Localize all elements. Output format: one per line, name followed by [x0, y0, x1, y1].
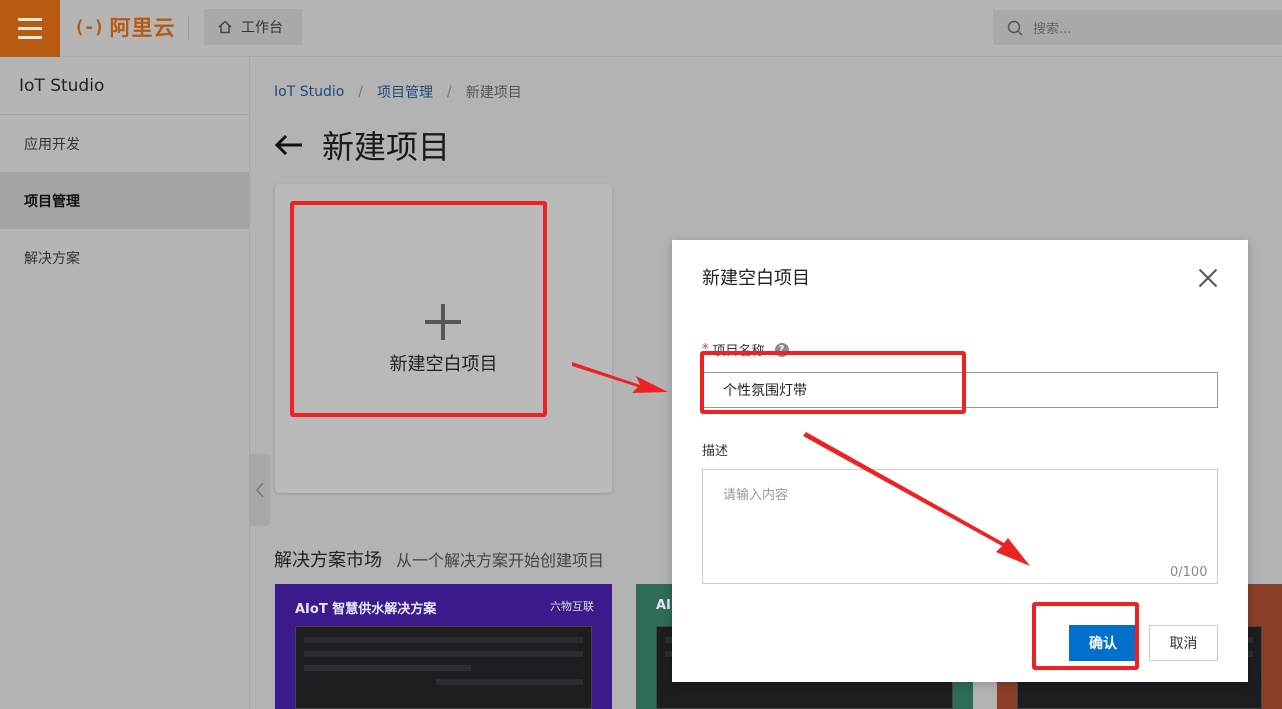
new-blank-project-dialog: 新建空白项目 * 项目名称 ? 描述 0/100 确认 取消 — [672, 240, 1248, 682]
solution-card-title: AIoT 智慧供水解决方案 — [295, 602, 437, 617]
breadcrumb-iot-studio[interactable]: IoT Studio — [274, 84, 344, 100]
close-icon[interactable] — [1196, 266, 1220, 290]
top-bar: (-) 阿里云 工作台 搜索... — [0, 0, 1282, 57]
hamburger-menu-icon[interactable] — [0, 0, 60, 57]
plus-icon — [425, 304, 461, 340]
logo-mark: (-) — [74, 16, 104, 38]
breadcrumb-current: 新建项目 — [465, 85, 522, 101]
project-name-label: * 项目名称 ? — [702, 340, 789, 359]
description-char-counter: 0/100 — [1170, 565, 1208, 580]
new-blank-project-card[interactable]: 新建空白项目 — [275, 184, 612, 493]
sidebar-item-app-dev[interactable]: 应用开发 — [0, 115, 249, 172]
breadcrumb-separator: / — [358, 84, 364, 100]
logo-text: 阿里云 — [109, 16, 176, 40]
solution-market-header: 解决方案市场 从一个解决方案开始创建项目 — [274, 546, 604, 572]
solution-market-title: 解决方案市场 — [274, 550, 382, 571]
project-name-input[interactable] — [702, 372, 1218, 408]
workbench-label: 工作台 — [241, 20, 283, 36]
breadcrumb: IoT Studio / 项目管理 / 新建项目 — [274, 82, 522, 102]
search-icon — [1007, 20, 1023, 36]
solution-market-subtitle: 从一个解决方案开始创建项目 — [396, 551, 605, 570]
solution-card-brand: 六物互联 — [550, 600, 594, 613]
breadcrumb-separator: / — [447, 84, 452, 100]
breadcrumb-project-management[interactable]: 项目管理 — [377, 82, 433, 102]
help-icon[interactable]: ? — [774, 342, 789, 357]
confirm-button[interactable]: 确认 — [1069, 625, 1137, 661]
aliyun-logo[interactable]: (-) 阿里云 — [74, 14, 176, 40]
workbench-button[interactable]: 工作台 — [204, 9, 302, 45]
logo-divider — [188, 16, 189, 40]
back-arrow-icon[interactable] — [274, 133, 304, 157]
page-header: 新建项目 — [274, 122, 450, 168]
chevron-left-icon — [256, 482, 264, 498]
sidebar: IoT Studio 应用开发 项目管理 解决方案 — [0, 57, 250, 709]
sidebar-title: IoT Studio — [0, 57, 249, 115]
home-icon — [218, 20, 232, 34]
sidebar-collapse-handle[interactable] — [250, 454, 270, 526]
solution-card-title: AI — [656, 598, 671, 613]
solution-card[interactable]: AIoT 智慧供水解决方案 六物互联 — [275, 584, 612, 709]
search-placeholder: 搜索... — [1033, 22, 1072, 37]
new-blank-project-label: 新建空白项目 — [389, 354, 498, 375]
sidebar-item-solutions[interactable]: 解决方案 — [0, 229, 249, 286]
dialog-title: 新建空白项目 — [702, 268, 810, 289]
solution-preview-image — [295, 626, 592, 709]
sidebar-item-project-management[interactable]: 项目管理 — [0, 172, 249, 229]
description-textarea[interactable] — [702, 469, 1218, 584]
cancel-button[interactable]: 取消 — [1149, 625, 1218, 661]
search-box[interactable]: 搜索... — [993, 10, 1282, 45]
project-name-label-text: 项目名称 — [712, 344, 765, 359]
required-mark: * — [702, 342, 709, 357]
page-title: 新建项目 — [322, 128, 451, 166]
description-label: 描述 — [702, 444, 729, 459]
